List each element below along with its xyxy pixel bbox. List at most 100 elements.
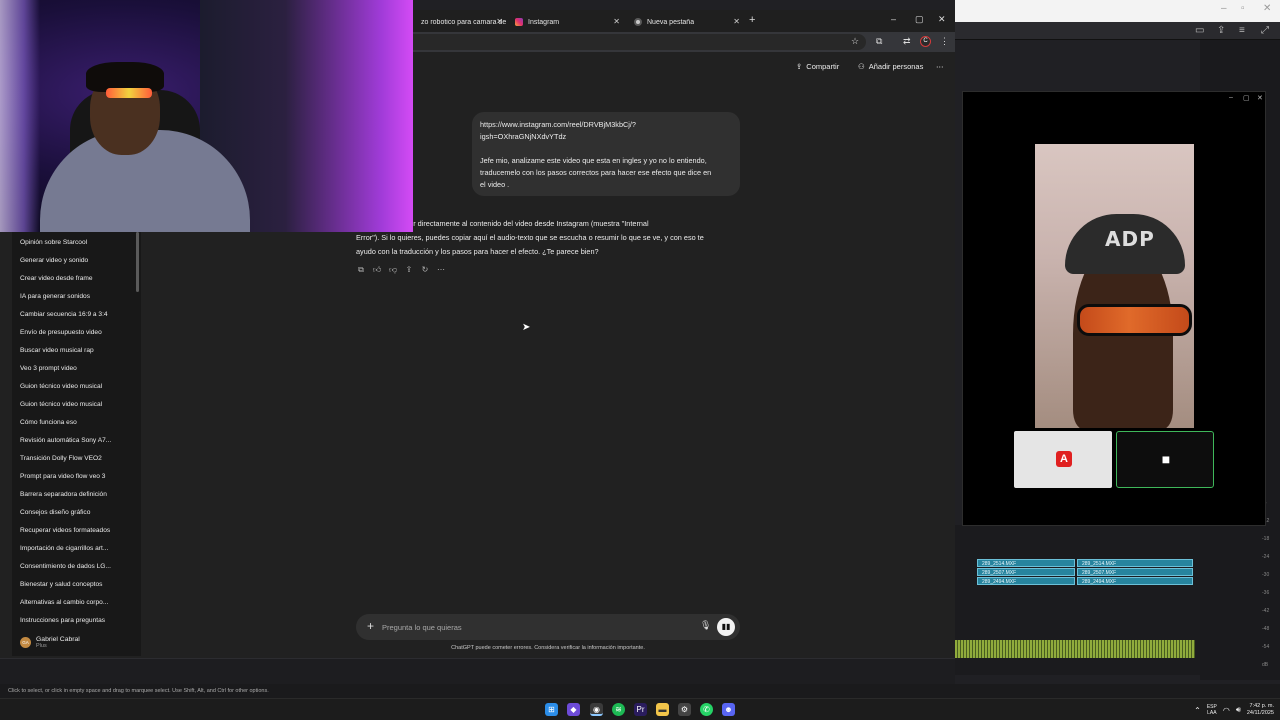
- voice-mode-button[interactable]: ▮▮: [717, 618, 735, 636]
- close-icon[interactable]: ✕: [1263, 3, 1271, 14]
- tab-new-tab[interactable]: Nueva pestaña ✕: [626, 12, 744, 32]
- participant-tile[interactable]: A: [1014, 431, 1112, 488]
- person-glasses: [106, 88, 152, 98]
- new-tab-button[interactable]: +: [749, 14, 755, 26]
- maximize-icon[interactable]: ▫: [1241, 3, 1245, 14]
- system-tray: ⌃ ESP LAA ◠ 🔊︎ 7:42 p. m. 24/11/2025: [1194, 701, 1280, 719]
- regenerate-icon[interactable]: ↻: [420, 265, 430, 277]
- sidebar-chat-item[interactable]: Barrera separadora definición: [20, 491, 107, 498]
- tab-instagram[interactable]: Instagram ✕: [507, 12, 624, 32]
- close-tab-icon[interactable]: ✕: [733, 17, 740, 26]
- maximize-icon[interactable]: ▢: [1243, 94, 1250, 102]
- meter-tick: -42: [1262, 608, 1270, 614]
- self-camera-tile[interactable]: ■: [1116, 431, 1214, 488]
- close-window-icon[interactable]: ✕: [938, 14, 946, 25]
- message-line: [480, 143, 732, 155]
- add-people-button[interactable]: ⚇ Añadir personas: [858, 62, 923, 71]
- timeline-clip[interactable]: 289_2514.MXF: [1077, 559, 1193, 567]
- more-options-icon[interactable]: ⋯: [936, 62, 944, 71]
- wifi-icon[interactable]: ◠: [1223, 706, 1230, 715]
- message-line: ayudo con la traducción y los pasos para…: [356, 247, 599, 256]
- sidebar-chat-item[interactable]: Veo 3 prompt video: [20, 365, 77, 372]
- audio-waveform[interactable]: [955, 640, 1195, 658]
- disclaimer-text: ChatGPT puede cometer errores. Considera…: [451, 645, 645, 651]
- thumbs-up-icon[interactable]: 👍︎: [372, 265, 382, 277]
- sidebar-chat-item[interactable]: Instrucciones para preguntas: [20, 617, 105, 624]
- browser-menu-icon[interactable]: ⋮: [940, 36, 949, 47]
- sidebar-chat-item[interactable]: Guion técnico video musical: [20, 401, 102, 408]
- sidebar-chat-item[interactable]: Prompt para video flow veo 3: [20, 473, 105, 480]
- timeline-clip[interactable]: 289_2507.MXF: [1077, 568, 1193, 576]
- timeline-clip[interactable]: 289_2507.MXF: [977, 568, 1075, 576]
- meter-tick: -36: [1262, 590, 1270, 596]
- instagram-icon: [515, 18, 523, 26]
- premiere-icon[interactable]: Pr: [634, 703, 647, 716]
- prompt-input[interactable]: [382, 618, 682, 636]
- background-light: [0, 0, 40, 232]
- chrome-icon[interactable]: ◉: [590, 703, 603, 716]
- settings-gear-icon[interactable]: ⚙: [678, 703, 691, 716]
- language-indicator[interactable]: ESP LAA: [1207, 704, 1217, 716]
- date-label: 24/11/2025: [1246, 710, 1274, 716]
- sidebar-chat-item[interactable]: Envío de presupuesto video: [20, 329, 102, 336]
- timeline-clip[interactable]: 289_2514.MXF: [977, 559, 1075, 567]
- spotify-icon[interactable]: ≋: [612, 703, 625, 716]
- sidebar-chat-item[interactable]: Alternativas al cambio corpo...: [20, 599, 108, 606]
- chrome-icon: [634, 18, 642, 26]
- sidebar-chat-item[interactable]: Cómo funciona eso: [20, 419, 77, 426]
- tab-robotic-camera[interactable]: zo robotico para camara de ✕: [413, 12, 507, 32]
- sidebar-chat-item[interactable]: Generar video y sonido: [20, 257, 88, 264]
- sidebar-chat-item[interactable]: Recuperar videos formateados: [20, 527, 110, 534]
- whatsapp-icon[interactable]: ✆: [700, 703, 713, 716]
- sidebar-scrollbar[interactable]: [136, 232, 139, 292]
- minimize-icon[interactable]: –: [1229, 94, 1233, 101]
- timeline-clip[interactable]: 289_2494.MXF: [1077, 577, 1193, 585]
- close-tab-icon[interactable]: ✕: [496, 17, 503, 26]
- message-line[interactable]: https://www.instagram.com/reel/DRVBjM3kb…: [480, 119, 732, 131]
- windows-taskbar: ⊞ ◆ ◉ ≋ Pr ▬ ⚙ ✆ ☻ ⌃ ESP LAA ◠ 🔊︎ 7:42 p…: [0, 698, 1280, 720]
- sidebar-chat-item[interactable]: Consentimiento de dados LG...: [20, 563, 111, 570]
- profile-avatar[interactable]: C: [920, 36, 931, 47]
- sidebar-chat-item[interactable]: Consejos diseño gráfico: [20, 509, 90, 516]
- sidebar-chat-item[interactable]: Crear video desde frame: [20, 275, 93, 282]
- clock[interactable]: 7:42 p. m. 24/11/2025: [1247, 703, 1274, 717]
- panel-icon[interactable]: ▭: [1195, 25, 1204, 36]
- chevron-up-icon[interactable]: ⌃: [1194, 706, 1201, 715]
- file-explorer-icon[interactable]: ▬: [656, 703, 669, 716]
- attach-plus-icon[interactable]: +: [367, 619, 374, 633]
- message-composer: + 🎙︎ ▮▮: [356, 614, 740, 640]
- timeline-clip[interactable]: 289_2494.MXF: [977, 577, 1075, 585]
- minimize-icon[interactable]: –: [1221, 3, 1227, 14]
- maximize-icon[interactable]: ▢: [915, 14, 924, 25]
- volume-icon[interactable]: 🔊︎: [1236, 705, 1241, 715]
- microphone-icon[interactable]: 🎙︎: [700, 620, 711, 631]
- sidebar-chat-item[interactable]: Revisión automática Sony A7...: [20, 437, 111, 444]
- share-icon[interactable]: ⇪: [404, 265, 414, 277]
- expand-icon[interactable]: ⤢: [1261, 25, 1269, 36]
- sidebar-chat-item[interactable]: Opinión sobre Starcool: [20, 239, 87, 246]
- copilot-icon[interactable]: ◆: [567, 703, 580, 716]
- sidebar-chat-item[interactable]: Bienestar y salud conceptos: [20, 581, 102, 588]
- sidebar-chat-item[interactable]: Importación de cigarrillos art...: [20, 545, 108, 552]
- bookmark-star-icon[interactable]: ☆: [851, 36, 859, 47]
- menu-icon[interactable]: ≡: [1239, 25, 1245, 36]
- thumbs-down-icon[interactable]: 👎︎: [388, 265, 398, 277]
- extensions-icon[interactable]: ⧉: [876, 36, 882, 47]
- minimize-icon[interactable]: –: [891, 14, 896, 24]
- user-account-row[interactable]: GA Gabriel Cabral Plus: [20, 632, 80, 652]
- more-icon[interactable]: ⋯: [436, 265, 446, 277]
- sidebar-chat-item[interactable]: IA para generar sonidos: [20, 293, 90, 300]
- share-button[interactable]: ⇪ Compartir: [796, 62, 839, 71]
- editor-toolbar: ▭ ⇪ ≡ ⤢: [955, 22, 1280, 40]
- sidebar-chat-item[interactable]: Buscar video musical rap: [20, 347, 94, 354]
- windows-start-icon[interactable]: ⊞: [545, 703, 558, 716]
- copy-icon[interactable]: ⧉: [356, 265, 366, 277]
- close-icon[interactable]: ✕: [1257, 94, 1263, 102]
- media-icon[interactable]: ⇄: [903, 36, 911, 47]
- discord-icon[interactable]: ☻: [722, 703, 735, 716]
- export-icon[interactable]: ⇪: [1217, 25, 1225, 36]
- sidebar-chat-item[interactable]: Transición Dolly Flow VEO2: [20, 455, 102, 462]
- sidebar-chat-item[interactable]: Cambiar secuencia 16:9 a 3:4: [20, 311, 108, 318]
- sidebar-chat-item[interactable]: Guion técnico video musical: [20, 383, 102, 390]
- close-tab-icon[interactable]: ✕: [613, 17, 620, 26]
